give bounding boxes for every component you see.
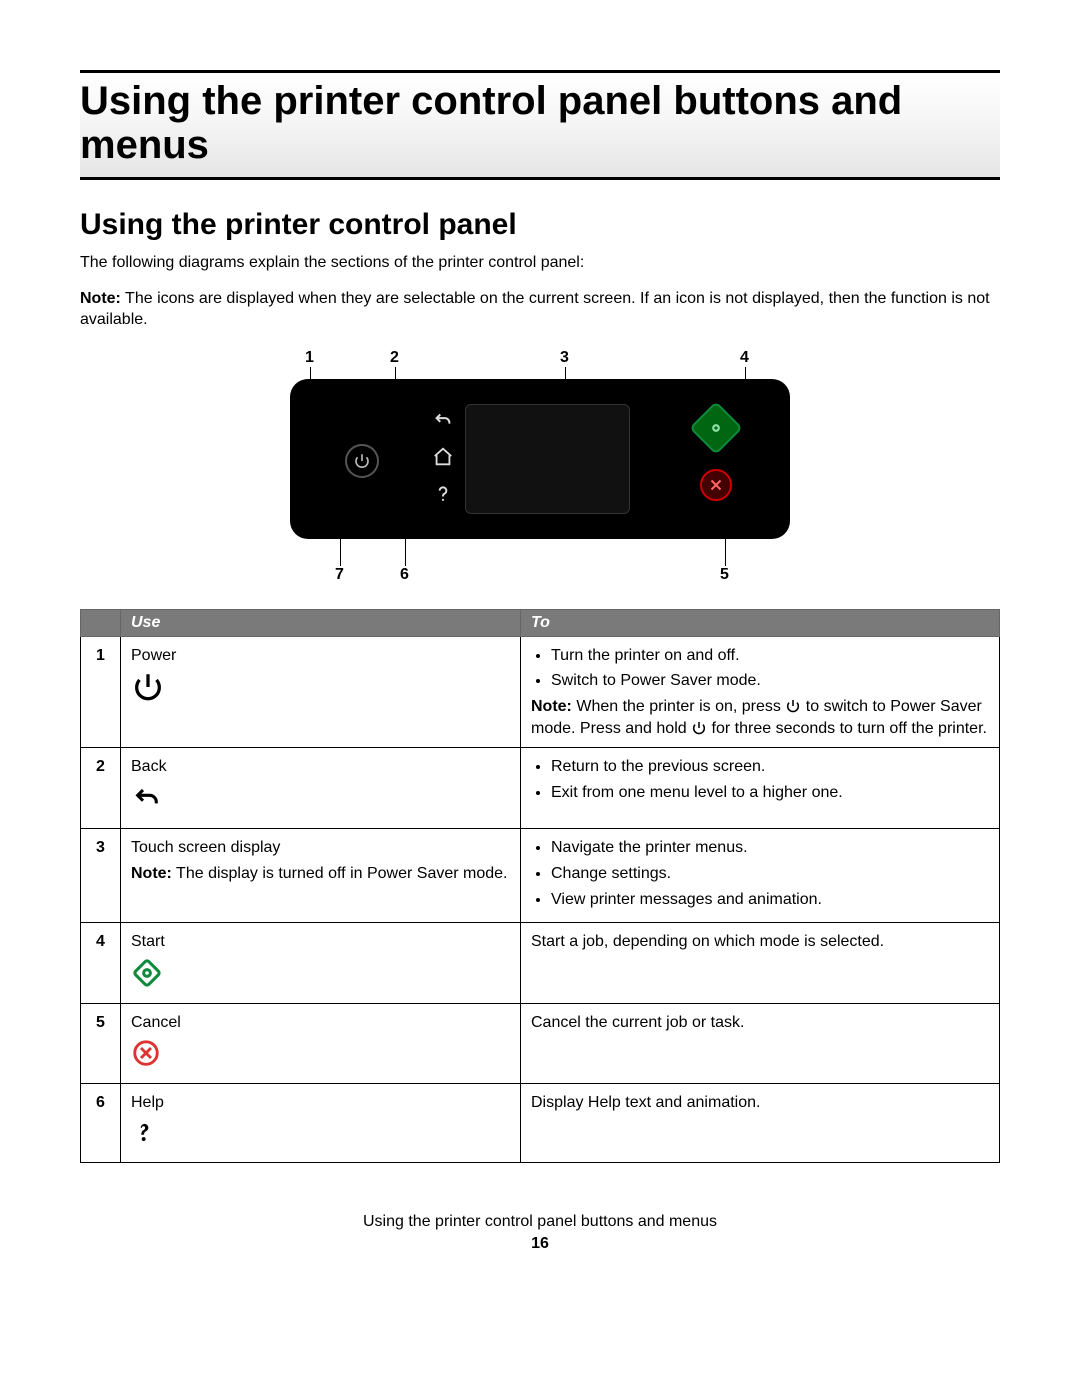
intro-text: The following diagrams explain the secti… [80,252,1000,274]
row-to: Turn the printer on and off. Switch to P… [521,636,1000,747]
cancel-icon [131,1038,161,1068]
page-footer: Using the printer control panel buttons … [80,1213,1000,1253]
list-item: Navigate the printer menus. [551,837,989,859]
callout-2: 2 [390,349,399,367]
table-row: 4 Start Start a job, depending on which … [81,923,1000,1004]
list-item: Exit from one menu level to a higher one… [551,782,989,804]
col-head-num [81,609,121,636]
table-row: 1 Power Turn the printer on and off. Swi… [81,636,1000,747]
control-panel-diagram: 1 2 3 4 7 6 5 [80,349,1000,589]
row-to: Navigate the printer menus. Change setti… [521,829,1000,923]
table-row: 2 Back Return to the previous screen. Ex… [81,748,1000,829]
row-use: Start [121,923,521,1004]
list-item: Change settings. [551,863,989,885]
row-use: Touch screen display Note: The display i… [121,829,521,923]
row-to: Display Help text and animation. [521,1083,1000,1162]
row-num: 1 [81,636,121,747]
row-num: 4 [81,923,121,1004]
row-use-label: Start [131,931,510,953]
back-icon [131,782,163,814]
callout-5: 5 [720,566,729,584]
row-use-label: Cancel [131,1012,510,1034]
home-icon [430,444,456,470]
table-row: 3 Touch screen display Note: The display… [81,829,1000,923]
callout-6: 6 [400,566,409,584]
row-use-label: Back [131,756,510,778]
note-text-c: for three seconds to turn off the printe… [707,720,987,737]
display-note: Note: The display is turned off in Power… [131,863,510,885]
row-to: Cancel the current job or task. [521,1004,1000,1083]
help-icon [430,481,456,507]
chapter-title: Using the printer control panel buttons … [80,70,1000,180]
power-icon [345,444,379,478]
row-use: Power [121,636,521,747]
cancel-icon [700,469,732,501]
note-text: The display is turned off in Power Saver… [172,865,508,882]
control-panel-table: Use To 1 Power Turn the printer on and o… [80,609,1000,1163]
note-body: The icons are displayed when they are se… [80,290,990,329]
table-row: 5 Cancel Cancel the current job or task. [81,1004,1000,1083]
row-num: 6 [81,1083,121,1162]
note-text-a: When the printer is on, press [572,698,785,715]
row-to: Start a job, depending on which mode is … [521,923,1000,1004]
list-item: Return to the previous screen. [551,756,989,778]
row-use: Back [121,748,521,829]
list-item: Switch to Power Saver mode. [551,670,989,692]
row-use: Cancel [121,1004,521,1083]
col-head-use: Use [121,609,521,636]
help-icon [131,1117,157,1147]
touch-screen [465,404,630,514]
note-label: Note: [531,698,572,715]
power-note: Note: When the printer is on, press to s… [531,696,989,739]
row-use: Help [121,1083,521,1162]
printer-panel [290,379,790,539]
callout-4: 4 [740,349,749,367]
icon-availability-note: Note: The icons are displayed when they … [80,288,1000,331]
row-use-label: Power [131,645,510,667]
page-number: 16 [80,1235,1000,1253]
power-icon [691,720,707,736]
power-icon [131,670,165,704]
callout-3: 3 [560,349,569,367]
note-label: Note: [131,865,172,882]
list-item: View printer messages and animation. [551,889,989,911]
row-use-label: Help [131,1092,510,1114]
section-title: Using the printer control panel [80,208,1000,242]
row-num: 2 [81,748,121,829]
callout-1: 1 [305,349,314,367]
row-num: 5 [81,1004,121,1083]
col-head-to: To [521,609,1000,636]
footer-title: Using the printer control panel buttons … [80,1213,1000,1231]
start-icon [131,957,163,989]
list-item: Turn the printer on and off. [551,645,989,667]
table-row: 6 Help Display Help text and animation. [81,1083,1000,1162]
row-to: Return to the previous screen. Exit from… [521,748,1000,829]
note-label: Note: [80,290,121,307]
start-icon [689,401,743,455]
row-num: 3 [81,829,121,923]
power-icon [785,698,801,714]
callout-7: 7 [335,566,344,584]
back-icon [430,407,456,433]
row-use-label: Touch screen display [131,837,510,859]
